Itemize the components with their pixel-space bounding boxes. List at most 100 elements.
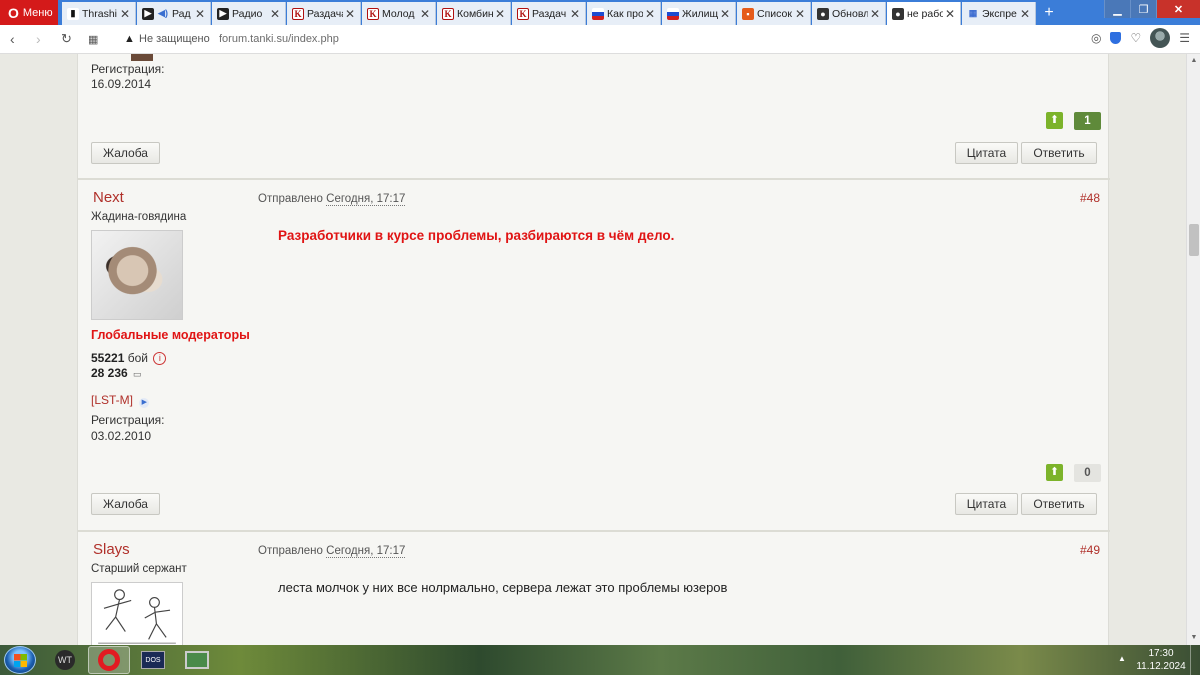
close-window-button[interactable]: ✕ xyxy=(1156,0,1200,18)
tab[interactable]: ▦ Экспре ✕ xyxy=(962,2,1036,25)
security-label[interactable]: Не защищено xyxy=(139,33,210,45)
taskbar-monitor-app[interactable] xyxy=(176,646,218,674)
tab[interactable]: ● Обновл ✕ xyxy=(812,2,886,25)
speaker-icon[interactable]: ◀) xyxy=(157,8,169,20)
tab[interactable]: K Раздача ✕ xyxy=(287,2,361,25)
battles-stat: 55221 бой i xyxy=(91,351,167,366)
scrollbar-thumb[interactable] xyxy=(1189,224,1199,256)
user-group: Глобальные модераторы xyxy=(91,328,250,342)
taskbar-dos-app[interactable]: DOS xyxy=(132,646,174,674)
tab[interactable]: K Раздач ✕ xyxy=(512,2,586,25)
tab-title: Рад xyxy=(172,7,191,20)
profile-avatar[interactable] xyxy=(1150,28,1171,48)
reload-icon[interactable]: ↻ xyxy=(61,31,72,47)
tab[interactable]: K Комбин ✕ xyxy=(437,2,511,25)
tab-close-icon[interactable]: ✕ xyxy=(795,7,805,21)
maximize-button[interactable]: ❐ xyxy=(1130,0,1156,18)
windows-taskbar: WT DOS ▲ 17:30 11.12.2024 xyxy=(0,645,1200,675)
warning-icon[interactable]: ▲ xyxy=(124,33,135,45)
info-icon[interactable]: i xyxy=(153,352,167,366)
reputation-value: 0 xyxy=(1074,464,1101,482)
clan-link[interactable]: [LST-M] ▶ xyxy=(91,393,150,408)
easy-setup-icon[interactable]: ☰ xyxy=(1179,31,1190,45)
doc-icon: ▪ xyxy=(742,7,754,20)
tab-title: Thrashi xyxy=(82,7,118,20)
taskbar-opera-app[interactable] xyxy=(88,646,130,674)
reply-button[interactable]: Ответить xyxy=(1021,493,1097,515)
start-button[interactable] xyxy=(4,646,36,674)
shield-icon[interactable] xyxy=(1110,32,1122,44)
tab[interactable]: ▪ Список ✕ xyxy=(737,2,811,25)
k-icon: K xyxy=(442,7,454,20)
complain-button[interactable]: Жалоба xyxy=(91,493,160,515)
tab[interactable]: ▶ ◀) Рад ✕ xyxy=(137,2,211,25)
play-icon: ▶ xyxy=(142,7,154,20)
heart-icon[interactable]: ♡ xyxy=(1130,31,1141,45)
new-tab-button[interactable]: + xyxy=(1040,3,1058,23)
clock-time: 17:30 xyxy=(1148,648,1174,659)
avatar[interactable] xyxy=(91,230,183,320)
windows-logo-icon xyxy=(14,654,27,667)
play-icon[interactable]: ▶ xyxy=(139,398,150,408)
tab-title: Экспре xyxy=(982,7,1017,20)
clan-tag[interactable]: [LST-M] xyxy=(91,393,133,407)
tab-close-icon[interactable]: ✕ xyxy=(570,7,580,21)
tab-close-icon[interactable]: ✕ xyxy=(870,7,880,21)
scroll-up-icon[interactable]: ▲ xyxy=(1187,54,1200,68)
tab-close-icon[interactable]: ✕ xyxy=(345,7,355,21)
tab[interactable]: ▶ Радио ✕ xyxy=(212,2,286,25)
post-divider xyxy=(78,530,1110,532)
system-clock[interactable]: 17:30 11.12.2024 xyxy=(1136,647,1186,673)
reputation-up-button[interactable]: ⬆ xyxy=(1046,464,1063,481)
scroll-down-icon[interactable]: ▼ xyxy=(1187,631,1200,645)
tab[interactable]: Жилищ ✕ xyxy=(662,2,736,25)
tab-close-icon[interactable]: ✕ xyxy=(270,7,280,21)
reputation-value: 1 xyxy=(1074,112,1101,130)
tab-close-icon[interactable]: ✕ xyxy=(420,7,430,21)
sent-label: Отправлено xyxy=(258,545,323,557)
tank-icon: ● xyxy=(892,7,904,20)
quote-button[interactable]: Цитата xyxy=(955,142,1018,164)
post-number-link[interactable]: #48 xyxy=(1080,191,1100,205)
tab-close-icon[interactable]: ✕ xyxy=(1020,7,1030,21)
post-author[interactable]: Next xyxy=(93,189,124,206)
tab[interactable]: ▮ Thrashi ✕ xyxy=(62,2,136,25)
window-controls: ▁ ❐ ✕ xyxy=(1104,0,1200,18)
tab-title: не рабо xyxy=(907,7,943,20)
post-author[interactable]: Slays xyxy=(93,541,130,558)
complain-button[interactable]: Жалоба xyxy=(91,142,160,164)
avatar[interactable] xyxy=(91,582,183,645)
page-scrollbar[interactable]: ▲ ▼ xyxy=(1186,54,1200,645)
back-icon[interactable]: ‹ xyxy=(10,31,15,47)
tab[interactable]: Как про ✕ xyxy=(587,2,661,25)
user-title: Старший сержант xyxy=(91,563,187,575)
forward-icon[interactable]: › xyxy=(36,31,41,47)
tab-close-icon[interactable]: ✕ xyxy=(720,7,730,21)
taskbar-tanks-app[interactable]: WT xyxy=(44,646,86,674)
tab-close-icon[interactable]: ✕ xyxy=(945,7,955,21)
tab-title: Молод xyxy=(382,7,415,20)
tab-title: Жилищ xyxy=(682,7,718,20)
reply-button[interactable]: Ответить xyxy=(1021,142,1097,164)
speed-dial-icon[interactable]: ▦ xyxy=(88,33,98,46)
tab-close-icon[interactable]: ✕ xyxy=(495,7,505,21)
tank-icon: ● xyxy=(817,7,829,20)
avatar-image xyxy=(92,231,182,319)
camera-icon[interactable]: ◎ xyxy=(1091,31,1101,45)
opera-menu-button[interactable]: O Меню xyxy=(0,0,58,25)
tray-expand-icon[interactable]: ▲ xyxy=(1118,654,1126,663)
minimize-button[interactable]: ▁ xyxy=(1104,0,1130,18)
tab-close-icon[interactable]: ✕ xyxy=(120,7,130,21)
reputation-up-button[interactable]: ⬆ xyxy=(1046,112,1063,129)
sent-label: Отправлено xyxy=(258,193,323,205)
tab-close-icon[interactable]: ✕ xyxy=(645,7,655,21)
tab-title: Раздач xyxy=(532,7,567,20)
tab-active[interactable]: ● не рабо ✕ xyxy=(887,2,961,25)
tab[interactable]: K Молод ✕ xyxy=(362,2,436,25)
quote-button[interactable]: Цитата xyxy=(955,493,1018,515)
grid-icon: ▦ xyxy=(968,8,978,18)
url-field[interactable]: forum.tanki.su/index.php xyxy=(219,33,339,45)
show-desktop-button[interactable] xyxy=(1190,645,1200,675)
post-number-link[interactable]: #49 xyxy=(1080,543,1100,557)
tab-close-icon[interactable]: ✕ xyxy=(195,7,205,21)
